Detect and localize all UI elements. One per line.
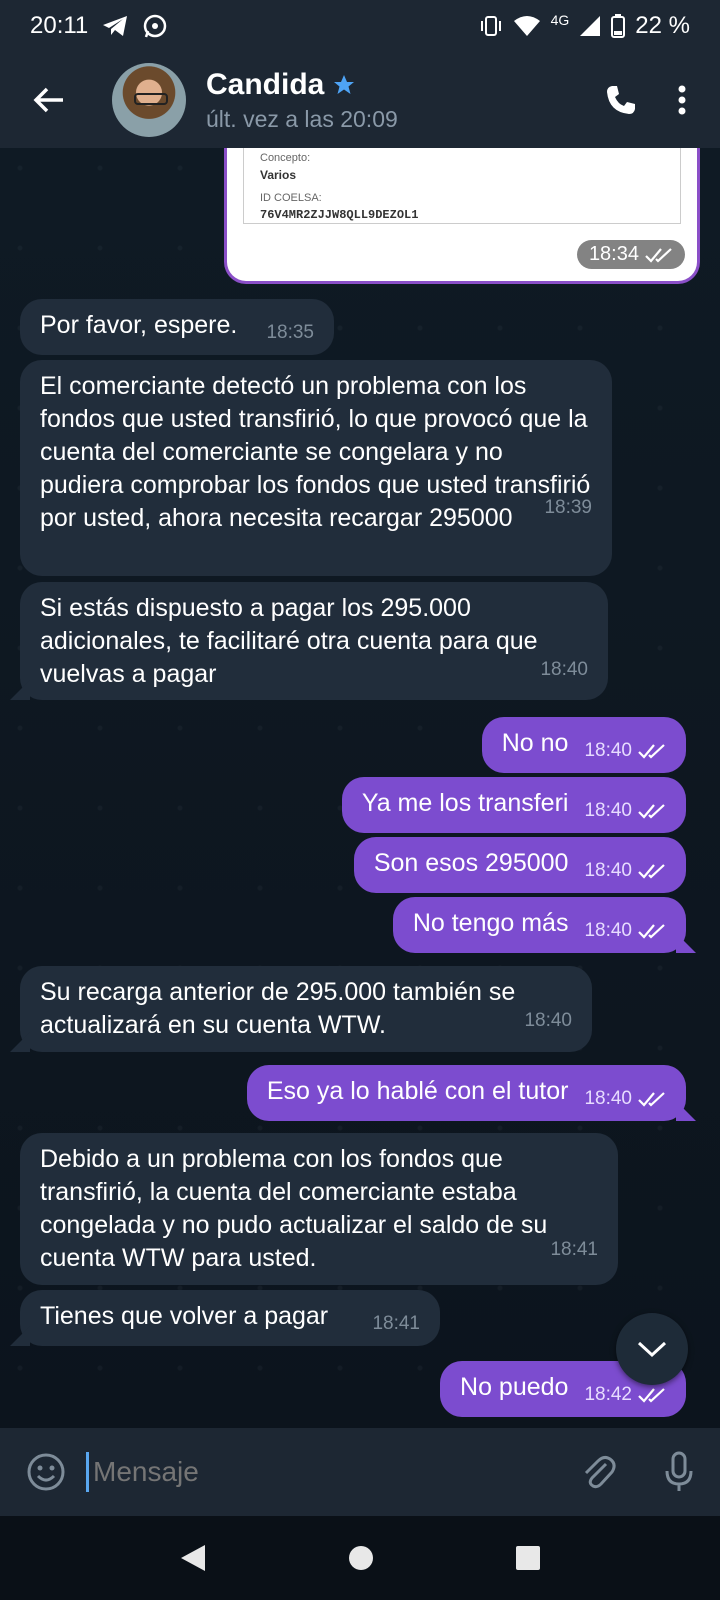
status-time: 20:11 (30, 12, 89, 39)
avatar[interactable] (112, 63, 186, 137)
message-time: 18:34 (576, 240, 685, 269)
incoming-message[interactable]: Si estás dispuesto a pagar los 295.000 a… (20, 582, 608, 700)
chat-header: Candida últ. vez a las 20:09 (0, 52, 720, 148)
message-composer (0, 1428, 720, 1516)
message-time: 18:40 (584, 1088, 632, 1109)
back-button[interactable] (24, 75, 74, 125)
nav-home-icon[interactable] (347, 1544, 375, 1572)
receipt-concept-label: Concepto: (260, 152, 311, 164)
scroll-to-bottom-button[interactable] (616, 1313, 688, 1385)
message-time: 18:40 (584, 740, 632, 761)
message-time: 18:39 (544, 497, 592, 518)
message-time: 18:35 (266, 322, 314, 343)
message-status: 18:40 (584, 1089, 666, 1109)
microphone-icon[interactable] (664, 1451, 694, 1493)
receipt-details: Concepto: Varios ID COELSA: 76V4MR2ZJJW8… (243, 148, 681, 224)
message-text: Son esos 295000 (373, 849, 569, 877)
double-check-icon (638, 1388, 665, 1403)
telegram-icon (103, 16, 128, 36)
emoji-icon[interactable] (26, 1452, 66, 1492)
message-time: 18:40 (540, 659, 588, 680)
star-icon (334, 74, 355, 94)
incoming-message[interactable]: Debido a un problema con los fondos que … (20, 1133, 618, 1285)
message-text: No no (501, 729, 569, 757)
paperclip-icon[interactable] (580, 1452, 616, 1492)
message-time: 18:42 (584, 1384, 632, 1405)
double-check-icon (638, 744, 665, 759)
incoming-message[interactable]: Tienes que volver a pagar 18:41 (20, 1290, 440, 1346)
message-time: 18:40 (584, 800, 632, 821)
message-text: Tienes que volver a pagar (40, 1302, 329, 1330)
vibrate-icon (480, 16, 501, 36)
message-status: 18:40 (584, 801, 666, 821)
message-status: 18:40 (584, 921, 666, 941)
message-text: Su recarga anterior de 295.000 también s… (40, 978, 516, 1039)
incoming-message[interactable]: Su recarga anterior de 295.000 también s… (20, 966, 592, 1052)
message-time: 18:41 (550, 1239, 598, 1260)
outgoing-message[interactable]: Son esos 295000 18:40 (353, 837, 686, 893)
message-input[interactable] (93, 1456, 513, 1488)
last-seen: últ. vez a las 20:09 (206, 105, 398, 132)
status-bar: 20:11 4G 22 % (0, 0, 720, 52)
double-check-icon (638, 924, 665, 939)
double-check-icon (638, 804, 665, 819)
receipt-id-value: 76V4MR2ZJJW8QLL9DEZOL1 (260, 208, 419, 222)
system-nav-bar (0, 1516, 720, 1600)
outgoing-message[interactable]: No tengo más 18:40 (392, 897, 686, 953)
message-status: 18:40 (584, 861, 666, 881)
signal-icon (580, 16, 601, 36)
message-text: No tengo más (412, 909, 569, 937)
battery-icon (611, 14, 626, 38)
phone-icon[interactable] (604, 83, 638, 117)
message-time: 18:40 (584, 860, 632, 881)
outgoing-message[interactable]: No no 18:40 (481, 717, 686, 773)
double-check-icon (638, 1092, 665, 1107)
whatsapp-icon (144, 14, 167, 38)
message-text: Por favor, espere. (40, 311, 238, 339)
incoming-message[interactable]: El comerciante detectó un problema con l… (20, 360, 612, 576)
arrow-left-icon (33, 87, 63, 113)
more-vertical-icon[interactable] (678, 85, 686, 115)
message-status: 18:42 (584, 1385, 666, 1405)
message-list[interactable]: Concepto: Varios ID COELSA: 76V4MR2ZJJW8… (0, 148, 720, 1428)
outgoing-message[interactable]: Eso ya lo hablé con el tutor 18:40 (246, 1065, 686, 1121)
battery-level: 22 % (635, 12, 690, 39)
text-cursor (86, 1452, 89, 1492)
chevron-down-icon (637, 1341, 667, 1358)
double-check-icon (638, 864, 665, 879)
image-message[interactable]: Concepto: Varios ID COELSA: 76V4MR2ZJJW8… (224, 148, 700, 284)
message-text: Ya me los transferi (361, 789, 569, 817)
message-text: El comerciante detectó un problema con l… (40, 372, 591, 532)
message-time: 18:40 (524, 1010, 572, 1031)
outgoing-message[interactable]: Ya me los transferi 18:40 (341, 777, 686, 833)
message-text: Debido a un problema con los fondos que … (40, 1145, 548, 1272)
wifi-icon (513, 16, 540, 36)
contact-info[interactable]: Candida últ. vez a las 20:09 (206, 68, 398, 133)
message-time: 18:41 (372, 1313, 420, 1334)
message-status: 18:40 (584, 741, 666, 761)
message-time: 18:40 (584, 920, 632, 941)
network-type: 4G (550, 12, 570, 28)
message-text: No puedo (460, 1373, 569, 1401)
nav-recents-icon[interactable] (515, 1545, 541, 1571)
contact-name: Candida (206, 67, 325, 101)
receipt-concept-value: Varios (260, 168, 297, 182)
receipt-id-label: ID COELSA: (260, 192, 322, 204)
incoming-message[interactable]: Por favor, espere. 18:35 (20, 299, 334, 355)
message-text: Eso ya lo hablé con el tutor (266, 1077, 569, 1105)
message-text: Si estás dispuesto a pagar los 295.000 a… (40, 594, 538, 688)
nav-back-icon[interactable] (179, 1543, 207, 1573)
double-check-icon (645, 247, 672, 263)
